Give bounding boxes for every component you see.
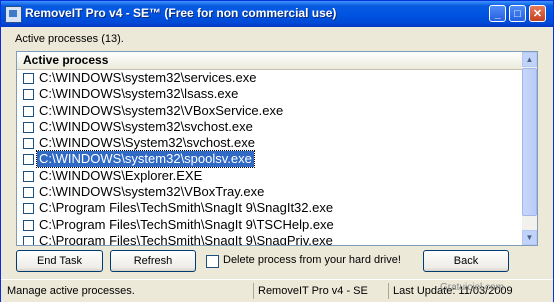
- process-path: C:\WINDOWS\system32\VBoxService.exe: [39, 102, 284, 118]
- process-checkbox[interactable]: [23, 170, 34, 182]
- status-product: RemoveIT Pro v4 - SE: [253, 283, 388, 299]
- scroll-up-button[interactable]: ▲: [522, 52, 537, 67]
- process-row[interactable]: C:\Program Files\TechSmith\SnagIt 9\Snag…: [17, 232, 522, 246]
- process-row[interactable]: C:\Program Files\TechSmith\SnagIt 9\TSCH…: [17, 217, 522, 233]
- watermark: Gratuiciel.com: [440, 282, 504, 293]
- scroll-thumb[interactable]: [522, 68, 537, 216]
- active-processes-count: Active processes (13).: [15, 33, 124, 45]
- process-checkbox[interactable]: [23, 203, 34, 215]
- process-path: C:\WINDOWS\system32\lsass.exe: [39, 86, 239, 102]
- process-checkbox[interactable]: [23, 138, 34, 150]
- delete-process-label: Delete process from your hard drive!: [223, 254, 401, 266]
- main-window: RemoveIT Pro v4 - SE™ (Free for non comm…: [0, 0, 554, 302]
- process-path: C:\WINDOWS\system32\svchost.exe: [39, 118, 253, 134]
- process-path: C:\WINDOWS\Explorer.EXE: [39, 167, 203, 183]
- process-path: C:\WINDOWS\system32\VBoxTray.exe: [39, 184, 265, 200]
- app-icon: [5, 6, 22, 23]
- end-task-button[interactable]: End Task: [16, 250, 103, 272]
- process-path: C:\WINDOWS\system32\services.exe: [39, 70, 257, 85]
- delete-process-checkbox[interactable]: [206, 255, 219, 268]
- refresh-button[interactable]: Refresh: [110, 250, 196, 272]
- process-path: C:\Program Files\TechSmith\SnagIt 9\TSCH…: [39, 216, 334, 232]
- process-checkbox[interactable]: [23, 235, 34, 245]
- process-path: C:\Program Files\TechSmith\SnagIt 9\Snag…: [39, 232, 333, 246]
- process-checkbox[interactable]: [23, 73, 34, 84]
- process-row[interactable]: C:\WINDOWS\System32\svchost.exe: [17, 135, 522, 151]
- process-checkbox[interactable]: [23, 105, 34, 117]
- maximize-button[interactable]: □: [509, 5, 526, 22]
- process-row[interactable]: C:\Program Files\TechSmith\SnagIt 9\Snag…: [17, 200, 522, 216]
- back-button[interactable]: Back: [423, 250, 509, 272]
- process-checkbox[interactable]: [23, 121, 34, 133]
- process-row[interactable]: C:\WINDOWS\Explorer.EXE: [17, 168, 522, 184]
- process-path: C:\Program Files\TechSmith\SnagIt 9\Snag…: [39, 200, 334, 216]
- process-list[interactable]: Active process C:\WINDOWS\system32\servi…: [16, 51, 538, 246]
- process-path: C:\WINDOWS\System32\svchost.exe: [39, 135, 255, 151]
- process-checkbox[interactable]: [23, 89, 34, 101]
- scroll-down-button[interactable]: ▼: [522, 230, 537, 245]
- process-row[interactable]: C:\WINDOWS\system32\VBoxTray.exe: [17, 184, 522, 200]
- process-checkbox[interactable]: [23, 154, 34, 166]
- title-bar[interactable]: RemoveIT Pro v4 - SE™ (Free for non comm…: [1, 1, 553, 27]
- minimize-button[interactable]: _: [489, 5, 506, 22]
- column-header-active-process[interactable]: Active process: [17, 52, 522, 70]
- column-header-label: Active process: [23, 53, 109, 67]
- process-checkbox[interactable]: [23, 187, 34, 199]
- process-row[interactable]: C:\WINDOWS\system32\svchost.exe: [17, 119, 522, 135]
- process-rows: C:\WINDOWS\system32\services.exe C:\WINDO…: [17, 70, 522, 246]
- window-title: RemoveIT Pro v4 - SE™ (Free for non comm…: [25, 6, 337, 20]
- process-row[interactable]: C:\WINDOWS\system32\services.exe: [17, 70, 522, 86]
- process-row[interactable]: C:\WINDOWS\system32\lsass.exe: [17, 86, 522, 102]
- status-message: Manage active processes.: [7, 285, 135, 297]
- process-checkbox[interactable]: [23, 219, 34, 231]
- close-button[interactable]: ✕: [529, 5, 546, 22]
- process-row[interactable]: C:\WINDOWS\system32\VBoxService.exe: [17, 103, 522, 119]
- process-path: C:\WINDOWS\system32\spoolsv.exe: [36, 150, 255, 169]
- process-row[interactable]: C:\WINDOWS\system32\spoolsv.exe: [17, 150, 522, 169]
- vertical-scrollbar[interactable]: ▲ ▼: [522, 52, 537, 245]
